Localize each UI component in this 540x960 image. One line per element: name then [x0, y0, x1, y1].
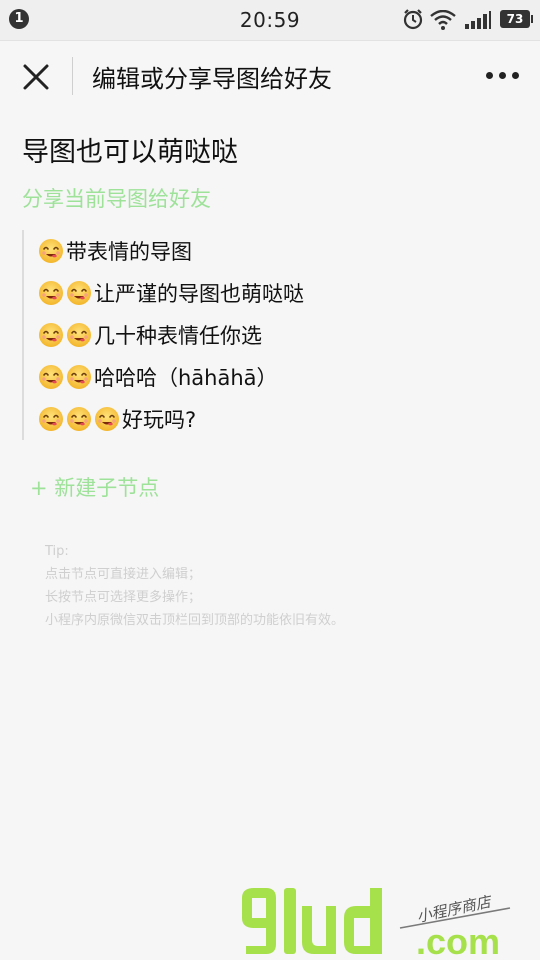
smiling-face-emoji-icon	[39, 365, 63, 389]
smiling-face-emoji-icon	[67, 365, 91, 389]
close-icon[interactable]	[20, 61, 52, 93]
tip-line: 长按节点可选择更多操作；	[45, 590, 202, 605]
wifi-icon	[430, 10, 456, 30]
nav-divider	[72, 57, 73, 95]
add-child-node-button[interactable]: + 新建子节点	[30, 472, 159, 502]
signal-icon	[465, 11, 491, 29]
smiling-face-emoji-icon	[67, 407, 91, 431]
node-item[interactable]: 好玩吗?	[24, 398, 504, 440]
more-dots-icon[interactable]	[486, 65, 522, 85]
smiling-face-emoji-icon	[39, 239, 63, 263]
watermark-domain: .com	[416, 921, 500, 960]
node-item[interactable]: 哈哈哈（hāhāhā）	[24, 356, 504, 398]
tip-box: Tip: 点击节点可直接进入编辑； 长按节点可选择更多操作； 小程序内原微信双击…	[45, 540, 344, 632]
node-text: 哈哈哈（hāhāhā）	[94, 366, 278, 390]
node-list: 带表情的导图 让严谨的导图也萌哒哒 几十种表情任你选 哈哈哈（hāhāhā） 好…	[22, 230, 504, 440]
smiling-face-emoji-icon	[95, 407, 119, 431]
node-text: 几十种表情任你选	[94, 324, 262, 348]
nav-title: 编辑或分享导图给好友	[92, 65, 332, 93]
status-time: 20:59	[239, 8, 301, 32]
tip-label: Tip:	[45, 544, 69, 559]
alarm-icon	[403, 9, 423, 30]
tip-line: 点击节点可直接进入编辑；	[45, 567, 202, 582]
share-link[interactable]: 分享当前导图给好友	[22, 183, 211, 213]
node-item[interactable]: 几十种表情任你选	[24, 314, 504, 356]
smiling-face-emoji-icon	[39, 323, 63, 347]
smiling-face-emoji-icon	[39, 407, 63, 431]
smiling-face-emoji-icon	[67, 323, 91, 347]
status-bar: 1 20:59 73	[0, 0, 540, 41]
tip-line: 小程序内原微信双击顶栏回到顶部的功能依旧有效。	[45, 613, 345, 628]
watermark-logo: .com 小程序商店	[242, 888, 511, 960]
node-item[interactable]: 让严谨的导图也萌哒哒	[24, 272, 504, 314]
node-text: 让严谨的导图也萌哒哒	[94, 282, 304, 306]
node-text: 带表情的导图	[66, 240, 192, 264]
node-item[interactable]: 带表情的导图	[24, 230, 504, 272]
battery-icon: 73	[500, 10, 533, 28]
smiling-face-emoji-icon	[67, 281, 91, 305]
node-text: 好玩吗?	[122, 408, 197, 432]
mindmap-title[interactable]: 导图也可以萌哒哒	[22, 130, 238, 169]
nav-bar: 编辑或分享导图给好友	[0, 41, 540, 110]
smiling-face-emoji-icon	[39, 281, 63, 305]
